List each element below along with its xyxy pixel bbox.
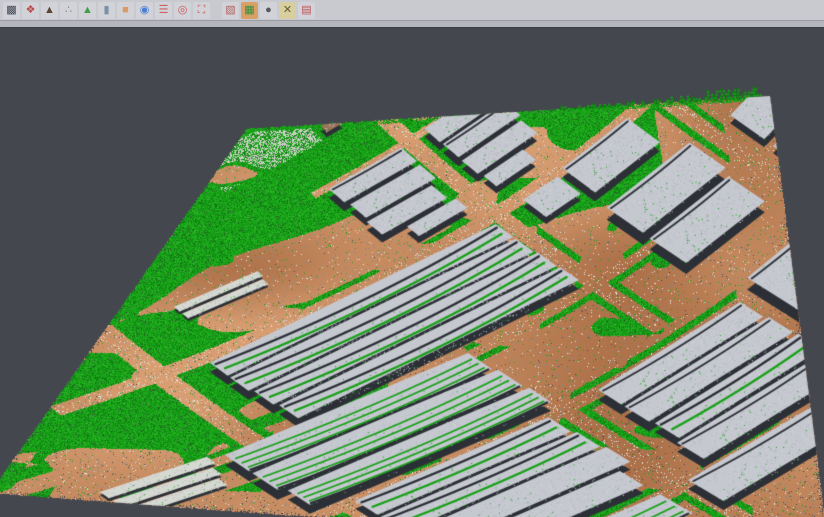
toolbar-divider — [0, 21, 824, 28]
application-window: ▩ ❖ ▲ ∴ ▲ ▮ ■ ◉ ☰ ◎ ⛶ ▧ ▦ ● ✕ ▤ — [0, 0, 824, 517]
profile-icon-glyph: ☰ — [159, 2, 169, 19]
terrain-icon-glyph: ▲ — [44, 2, 55, 19]
sphere-icon[interactable]: ● — [260, 2, 277, 19]
vegetation-icon-glyph: ▲ — [82, 2, 93, 19]
point-cloud-icon[interactable]: ▩ — [3, 2, 20, 19]
classify-points-icon[interactable]: ❖ — [22, 2, 39, 19]
measure-icon[interactable]: ▧ — [222, 2, 239, 19]
circle-select-icon[interactable]: ◎ — [174, 2, 191, 19]
terrain-icon[interactable]: ▲ — [41, 2, 58, 19]
ground-points-icon-glyph: ∴ — [65, 2, 72, 19]
measure-icon-glyph: ▧ — [225, 2, 235, 19]
globe-icon[interactable]: ◉ — [136, 2, 153, 19]
vegetation-icon[interactable]: ▲ — [79, 2, 96, 19]
classify-points-icon-glyph: ❖ — [26, 2, 36, 19]
ground-points-icon[interactable]: ∴ — [60, 2, 77, 19]
clear-selection-icon-glyph: ✕ — [283, 2, 292, 19]
point-cloud-icon-glyph: ▩ — [6, 2, 16, 19]
section-icon[interactable]: ▮ — [98, 2, 115, 19]
rect-select-icon[interactable]: ⛶ — [193, 2, 210, 19]
classified-map-icon-glyph: ▦ — [244, 2, 254, 19]
clip-box-icon-glyph: ▤ — [301, 2, 311, 19]
classified-map-icon[interactable]: ▦ — [241, 2, 258, 19]
circle-select-icon-glyph: ◎ — [178, 2, 188, 19]
clear-selection-icon[interactable]: ✕ — [279, 2, 296, 19]
rect-select-icon-glyph: ⛶ — [198, 2, 206, 19]
ortho-icon[interactable]: ■ — [117, 2, 134, 19]
globe-icon-glyph: ◉ — [140, 2, 150, 19]
section-icon-glyph: ▮ — [103, 2, 109, 19]
ortho-icon-glyph: ■ — [122, 2, 129, 19]
toolbar: ▩ ❖ ▲ ∴ ▲ ▮ ■ ◉ ☰ ◎ ⛶ ▧ ▦ ● ✕ ▤ — [0, 0, 824, 21]
clip-box-icon[interactable]: ▤ — [298, 2, 315, 19]
profile-icon[interactable]: ☰ — [155, 2, 172, 19]
sphere-icon-glyph: ● — [265, 2, 272, 19]
viewport-canvas[interactable] — [0, 28, 824, 517]
